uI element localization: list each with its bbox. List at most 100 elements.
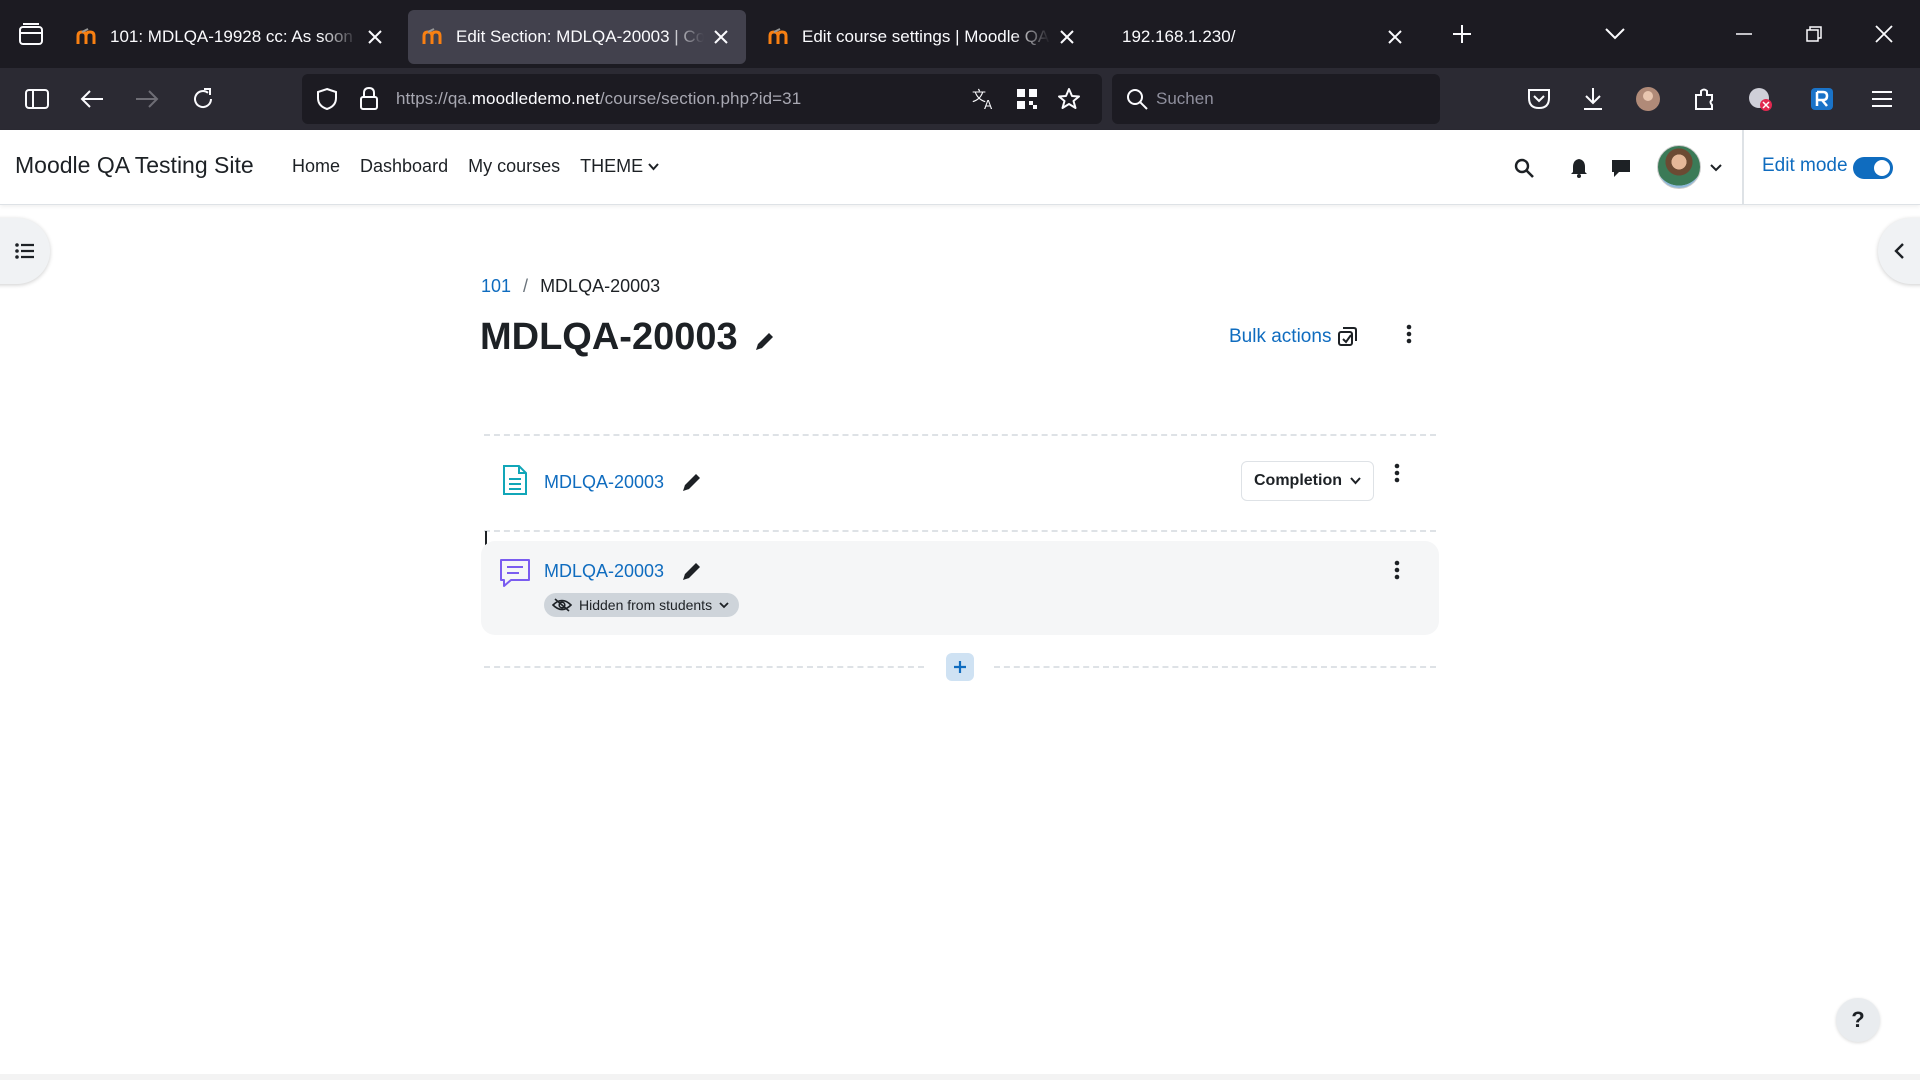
downloads-icon[interactable] — [1573, 79, 1613, 119]
browser-tab-3[interactable]: Edit course settings | Moodle QA Testin — [754, 10, 1092, 64]
forum-icon — [499, 557, 531, 589]
close-tab-icon[interactable] — [710, 26, 732, 48]
activity-actions-kebab-icon[interactable] — [1385, 555, 1409, 585]
qr-code-icon[interactable] — [1012, 84, 1042, 114]
moodle-favicon-icon — [768, 27, 794, 47]
activity-item: MDLQA-20003 Completion — [481, 446, 1439, 526]
close-window-icon[interactable] — [1848, 0, 1920, 68]
header-divider — [1742, 130, 1744, 205]
chevron-down-icon — [1350, 477, 1361, 485]
bulk-actions-button[interactable]: Bulk actions — [1229, 326, 1358, 348]
list-all-tabs-icon[interactable] — [1590, 12, 1640, 56]
tab-title: 101: MDLQA-19928 cc: As soon as we h — [110, 27, 358, 46]
close-tab-icon[interactable] — [364, 26, 386, 48]
visibility-badge-dropdown[interactable]: Hidden from students — [544, 593, 740, 617]
translate-icon[interactable]: 文A — [970, 84, 1000, 114]
browser-tab-4[interactable]: 192.168.1.230/ — [1100, 10, 1420, 64]
edit-mode-label: Edit mode — [1762, 155, 1848, 176]
tab-title: 192.168.1.230/ — [1122, 27, 1236, 46]
browser-tab-2-active[interactable]: Edit Section: MDLQA-20003 | Course Fu — [408, 10, 746, 64]
section-actions-kebab-icon[interactable] — [1397, 319, 1421, 349]
page-title: MDLQA-20003 — [480, 316, 776, 359]
close-tab-icon[interactable] — [1056, 26, 1078, 48]
site-name[interactable]: Moodle QA Testing Site — [15, 152, 254, 179]
plus-icon — [954, 661, 966, 673]
tracking-protection-shield-icon[interactable] — [312, 84, 342, 114]
activity-actions-kebab-icon[interactable] — [1385, 458, 1409, 488]
browser-search-bar[interactable]: Suchen — [1112, 74, 1440, 124]
tab-overview-icon[interactable] — [0, 0, 62, 68]
lock-icon[interactable] — [354, 84, 384, 114]
new-tab-icon[interactable] — [1434, 6, 1490, 62]
edit-activity-name-pencil-icon[interactable] — [679, 469, 705, 495]
search-placeholder: Suchen — [1156, 89, 1214, 108]
close-tab-icon[interactable] — [1384, 26, 1406, 48]
messages-icon[interactable] — [1605, 152, 1637, 184]
eye-slash-icon — [552, 598, 572, 612]
bulk-actions-label: Bulk actions — [1229, 326, 1332, 347]
tab-title: Edit course settings | Moodle QA Testin — [802, 27, 1050, 46]
moodle-favicon-icon — [422, 27, 448, 47]
extensions-icon[interactable] — [1684, 79, 1724, 119]
browser-tab-bar: 101: MDLQA-19928 cc: As soon as we h Edi… — [0, 0, 1920, 68]
footer-strip — [0, 1074, 1920, 1080]
chevron-down-icon — [719, 601, 729, 608]
url-text: https://qa.moodledemo.net/course/section… — [396, 89, 802, 108]
course-index-drawer-button[interactable] — [0, 218, 50, 284]
extension-blocked-icon[interactable] — [1740, 79, 1780, 119]
extension-reader-icon[interactable] — [1802, 79, 1842, 119]
user-menu-chevron-down-icon[interactable] — [1700, 152, 1732, 184]
url-bar[interactable]: https://qa.moodledemo.net/course/section… — [302, 74, 1102, 124]
restore-window-icon[interactable] — [1778, 0, 1850, 68]
bulk-edit-icon — [1338, 327, 1358, 346]
breadcrumb-separator: / — [523, 276, 529, 296]
forward-arrow-icon[interactable] — [121, 73, 173, 125]
nav-theme-label: THEME — [580, 156, 644, 176]
chevron-left-icon — [1894, 243, 1904, 259]
list-icon — [15, 243, 34, 259]
pocket-icon[interactable] — [1519, 79, 1559, 119]
primary-navigation: Home Dashboard My courses THEME — [292, 156, 679, 177]
browser-toolbar: https://qa.moodledemo.net/course/section… — [0, 68, 1920, 130]
help-button[interactable]: ? — [1836, 998, 1880, 1042]
account-avatar-icon[interactable] — [1628, 79, 1668, 119]
nav-my-courses[interactable]: My courses — [468, 156, 560, 177]
user-avatar[interactable] — [1657, 145, 1701, 189]
breadcrumb-course-link[interactable]: 101 — [481, 276, 511, 297]
browser-tab-1[interactable]: 101: MDLQA-19928 cc: As soon as we h — [62, 10, 400, 64]
block-drawer-button[interactable] — [1878, 218, 1920, 284]
breadcrumb-current: MDLQA-20003 — [540, 276, 661, 296]
app-menu-hamburger-icon[interactable] — [1862, 79, 1902, 119]
nav-home[interactable]: Home — [292, 156, 340, 177]
search-icon[interactable] — [1508, 152, 1540, 184]
section-title: MDLQA-20003 — [480, 316, 738, 358]
sidebar-toggle-icon[interactable] — [11, 73, 63, 125]
reload-icon[interactable] — [177, 73, 229, 125]
svg-text:A: A — [984, 98, 993, 111]
activity-link[interactable]: MDLQA-20003 — [544, 472, 664, 493]
back-arrow-icon[interactable] — [66, 73, 118, 125]
minimize-window-icon[interactable] — [1708, 0, 1780, 68]
bookmark-star-icon[interactable] — [1054, 84, 1084, 114]
breadcrumb: 101 / MDLQA-20003 — [481, 276, 660, 297]
completion-dropdown[interactable]: Completion — [1241, 461, 1374, 501]
add-content-divider-left — [484, 666, 924, 668]
add-content-divider-right — [994, 666, 1436, 668]
activity-divider — [484, 530, 1436, 532]
page-icon — [499, 464, 531, 496]
chevron-down-icon — [648, 162, 659, 170]
edit-mode-toggle[interactable] — [1853, 157, 1893, 179]
hidden-from-students-label: Hidden from students — [579, 597, 713, 613]
activity-link[interactable]: MDLQA-20003 — [544, 561, 664, 582]
edit-activity-name-pencil-icon[interactable] — [679, 558, 705, 584]
tab-title: Edit Section: MDLQA-20003 | Course Fu — [456, 27, 704, 46]
moodle-header: Moodle QA Testing Site Home Dashboard My… — [0, 130, 1920, 205]
completion-label: Completion — [1254, 472, 1342, 489]
nav-theme-dropdown[interactable]: THEME — [580, 156, 659, 177]
search-icon — [1127, 89, 1148, 110]
notifications-bell-icon[interactable] — [1563, 152, 1595, 184]
add-content-plus-button[interactable] — [946, 653, 974, 681]
section-divider — [484, 434, 1436, 436]
edit-title-pencil-icon[interactable] — [754, 330, 776, 352]
nav-dashboard[interactable]: Dashboard — [360, 156, 448, 177]
